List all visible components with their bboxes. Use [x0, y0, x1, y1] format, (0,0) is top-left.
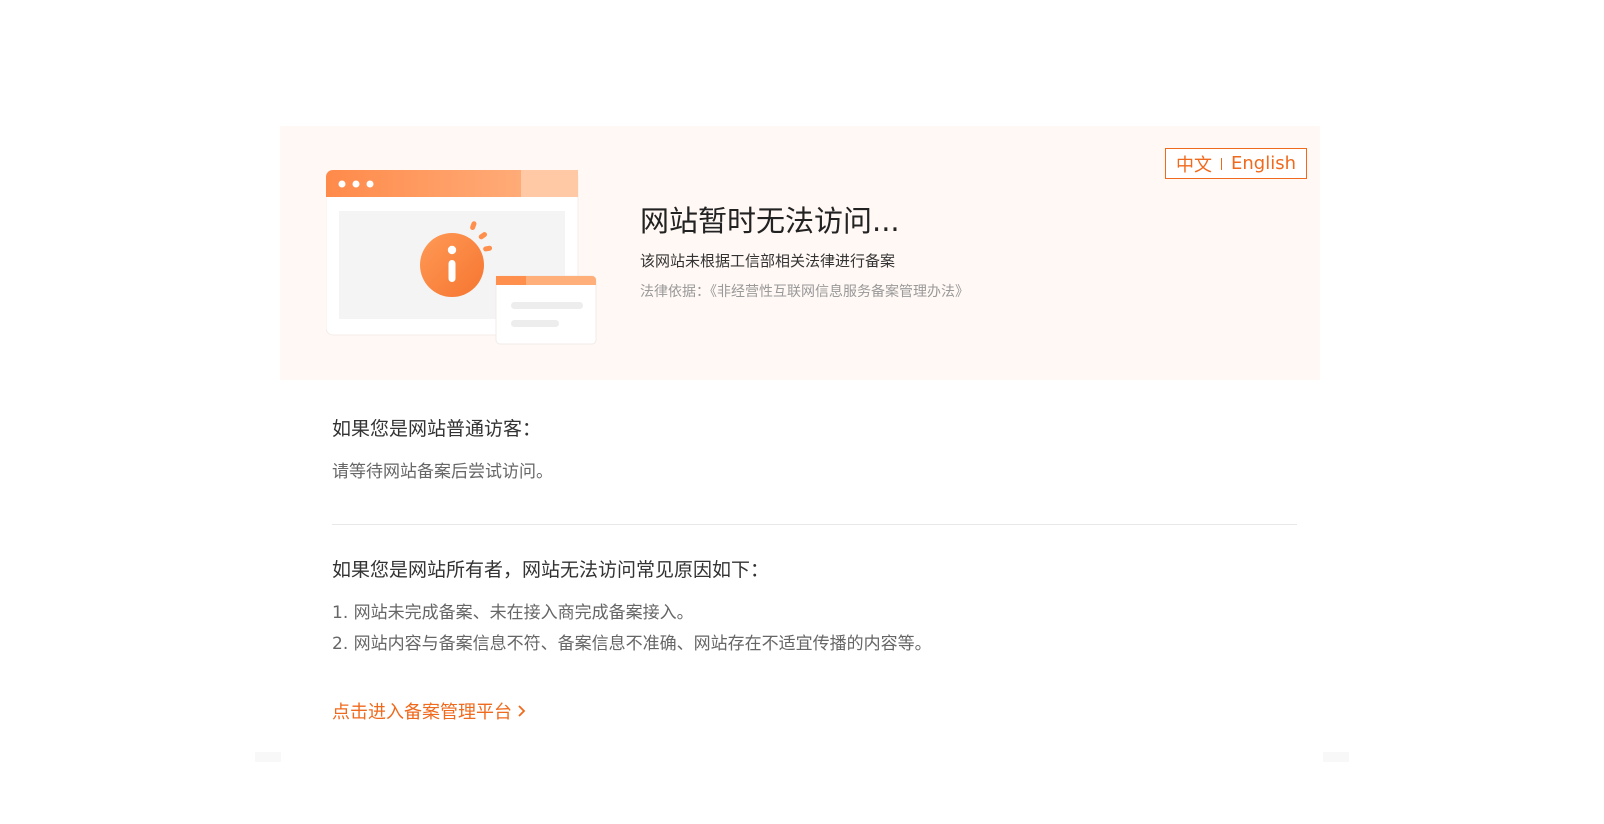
reason-item-1: 1. 网站未完成备案、未在接入商完成备案接入。 — [332, 603, 694, 623]
filing-platform-link[interactable]: 点击进入备案管理平台 — [332, 698, 527, 724]
window-dot-icon — [352, 180, 360, 188]
lang-separator — [1221, 157, 1222, 170]
visitor-section-title: 如果您是网站普通访客： — [332, 418, 542, 440]
corner-decoration-right — [1323, 752, 1349, 762]
window-dot-icon — [366, 180, 374, 188]
lang-option-english[interactable]: English — [1231, 153, 1296, 174]
page-title: 网站暂时无法访问... — [640, 204, 900, 238]
chevron-right-icon — [518, 705, 526, 717]
section-divider — [332, 524, 1297, 525]
visitor-section-text: 请等待网站备案后尝试访问。 — [332, 462, 553, 482]
window-dot-icon — [338, 180, 346, 188]
legal-basis: 法律依据：《非经营性互联网信息服务备案管理办法》 — [640, 284, 969, 300]
browser-warning-illustration — [326, 170, 597, 345]
language-switcher: 中文 English — [1165, 148, 1307, 179]
filing-platform-link-label: 点击进入备案管理平台 — [332, 702, 512, 723]
lang-option-chinese[interactable]: 中文 — [1176, 151, 1212, 177]
page-subtitle: 该网站未根据工信部相关法律进行备案 — [640, 252, 896, 270]
page: 中文 English 网站暂时无法访问... 该网站未根据工信部相关法律进行备案… — [0, 0, 1604, 824]
owner-section-title: 如果您是网站所有者，网站无法访问常见原因如下： — [332, 559, 770, 581]
corner-decoration-left — [255, 752, 281, 762]
reason-item-2: 2. 网站内容与备案信息不符、备案信息不准确、网站存在不适宜传播的内容等。 — [332, 634, 932, 654]
